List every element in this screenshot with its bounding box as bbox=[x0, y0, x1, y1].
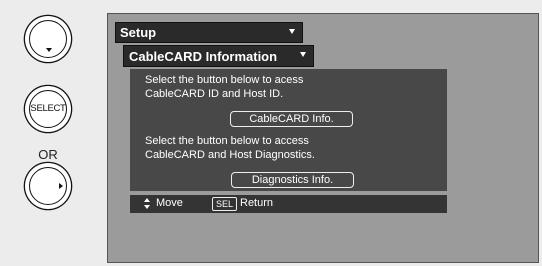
chevron-down-icon bbox=[300, 52, 306, 57]
cablecard-description: Select the button below to acess CableCA… bbox=[145, 73, 303, 101]
remote-panel: SELECT OR bbox=[0, 0, 96, 266]
setup-menu[interactable]: Setup bbox=[115, 22, 303, 43]
select-button-label: SELECT bbox=[30, 103, 66, 114]
move-label: Move bbox=[156, 197, 183, 209]
select-button[interactable]: SELECT bbox=[29, 90, 67, 128]
diagnostics-description: Select the button below to access CableC… bbox=[145, 134, 315, 162]
setup-menu-label: Setup bbox=[120, 25, 157, 40]
status-bar: Move SEL Return bbox=[130, 195, 447, 213]
cablecard-menu-label: CableCARD Information bbox=[129, 49, 278, 64]
cablecard-menu[interactable]: CableCARD Information bbox=[123, 45, 314, 67]
diagnostics-description-line2: CableCARD and Host Diagnostics. bbox=[145, 149, 315, 161]
sel-key-badge: SEL bbox=[212, 197, 238, 211]
diagnostics-description-line1: Select the button below to access bbox=[145, 135, 309, 147]
diagnostics-info-button[interactable]: Diagnostics Info. bbox=[231, 172, 354, 188]
chevron-down-icon bbox=[289, 29, 295, 34]
up-down-arrow-icon bbox=[144, 198, 150, 210]
down-button[interactable] bbox=[29, 20, 67, 58]
cablecard-description-line2: CableCARD ID and Host ID. bbox=[145, 88, 284, 100]
return-label: Return bbox=[240, 197, 274, 209]
cablecard-info-button[interactable]: CableCARD Info. bbox=[230, 111, 353, 127]
or-label: OR bbox=[38, 147, 58, 162]
cablecard-description-line1: Select the button below to acess bbox=[145, 74, 304, 86]
content-panel: Select the button below to acess CableCA… bbox=[130, 69, 447, 191]
right-button[interactable] bbox=[29, 167, 67, 205]
tv-screen: Setup CableCARD Information Select the b… bbox=[107, 13, 539, 263]
